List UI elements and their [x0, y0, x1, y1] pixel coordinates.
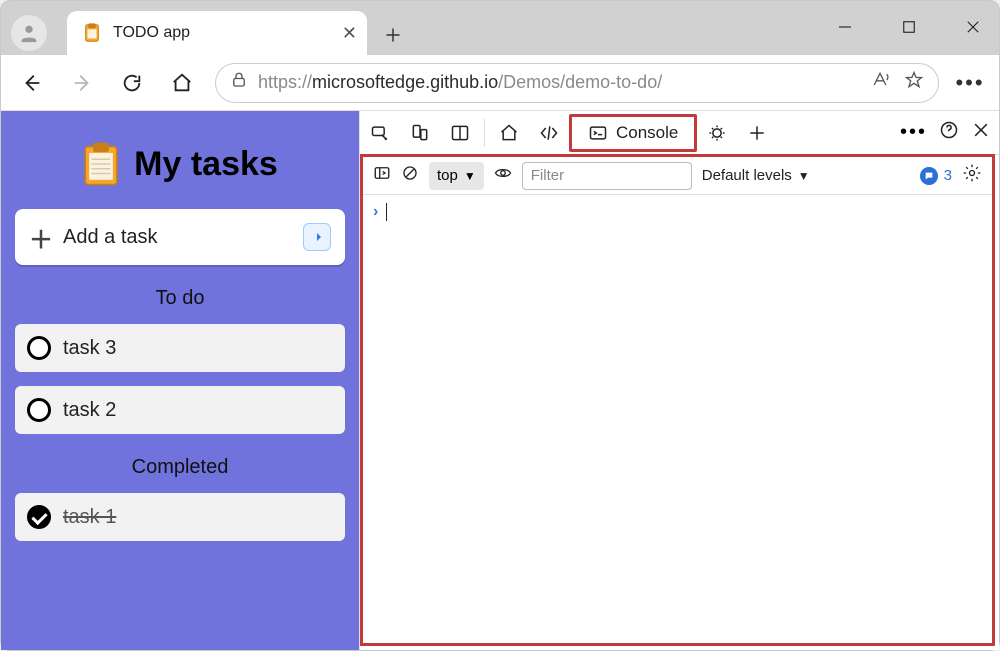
- clipboard-icon: [81, 22, 103, 44]
- window-close-button[interactable]: [953, 7, 993, 47]
- more-options-icon[interactable]: •••: [900, 121, 927, 144]
- todo-section-title: To do: [15, 279, 345, 310]
- new-tab-button[interactable]: [373, 15, 413, 55]
- task-name: task 1: [63, 506, 116, 529]
- clipboard-icon: [82, 141, 120, 187]
- todo-app: My tasks ＋ Add a task To do task 3 task …: [1, 111, 359, 650]
- toggle-sidebar-icon[interactable]: [373, 164, 391, 187]
- live-expression-icon[interactable]: [494, 164, 512, 187]
- filter-placeholder: Filter: [531, 167, 564, 184]
- close-devtools-icon[interactable]: [971, 120, 991, 145]
- window-maximize-button[interactable]: [889, 7, 929, 47]
- add-task-input[interactable]: ＋ Add a task: [15, 209, 345, 265]
- context-label: top: [437, 167, 458, 184]
- nav-back-button[interactable]: [15, 66, 49, 100]
- task-checkbox[interactable]: [27, 398, 51, 422]
- console-panel: top ▼ Filter Default levels ▼ 3: [360, 154, 995, 646]
- console-tab-label: Console: [616, 123, 678, 143]
- console-toolbar: top ▼ Filter Default levels ▼ 3: [363, 157, 992, 195]
- add-task-placeholder: Add a task: [63, 226, 158, 249]
- browser-toolbar: https://microsoftedge.github.io/Demos/de…: [1, 55, 999, 111]
- nav-forward-button[interactable]: [65, 66, 99, 100]
- filter-input[interactable]: Filter: [522, 162, 692, 190]
- favorite-icon[interactable]: [904, 70, 924, 95]
- issues-count: 3: [944, 167, 952, 184]
- completed-section-title: Completed: [15, 448, 345, 479]
- window-minimize-button[interactable]: [825, 7, 865, 47]
- task-item[interactable]: task 2: [15, 386, 345, 434]
- task-name: task 3: [63, 337, 116, 360]
- inspect-element-icon[interactable]: [360, 111, 400, 155]
- address-bar[interactable]: https://microsoftedge.github.io/Demos/de…: [215, 63, 939, 103]
- app-title: My tasks: [134, 145, 278, 184]
- more-tools-icon[interactable]: [737, 111, 777, 155]
- issues-tab-icon[interactable]: [697, 111, 737, 155]
- task-checkbox[interactable]: [27, 336, 51, 360]
- chevron-right-icon: ›: [373, 203, 378, 221]
- browser-menu-button[interactable]: •••: [955, 70, 985, 96]
- nav-home-button[interactable]: [165, 66, 199, 100]
- text-cursor: [386, 203, 387, 221]
- submit-task-button[interactable]: [303, 223, 331, 251]
- console-tab[interactable]: Console: [569, 114, 697, 152]
- devtools-panel: Console ••• top ▼: [359, 111, 999, 650]
- tab-title: TODO app: [113, 24, 190, 42]
- task-item[interactable]: task 3: [15, 324, 345, 372]
- window-titlebar: TODO app ✕: [1, 1, 999, 55]
- info-icon: [920, 167, 938, 185]
- nav-refresh-button[interactable]: [115, 66, 149, 100]
- close-tab-icon[interactable]: ✕: [342, 23, 357, 44]
- devtools-tabbar: Console •••: [360, 111, 999, 155]
- console-output[interactable]: ›: [363, 195, 992, 643]
- plus-icon: ＋: [29, 220, 53, 255]
- clear-console-icon[interactable]: [401, 164, 419, 187]
- log-levels-selector[interactable]: Default levels ▼: [702, 167, 810, 184]
- elements-tab-icon[interactable]: [529, 111, 569, 155]
- read-aloud-icon[interactable]: [870, 70, 890, 95]
- browser-tab[interactable]: TODO app ✕: [67, 11, 367, 55]
- task-item-completed[interactable]: task 1: [15, 493, 345, 541]
- profile-avatar[interactable]: [11, 15, 47, 51]
- task-checkbox-checked[interactable]: [27, 505, 51, 529]
- console-icon: [588, 123, 608, 143]
- lock-icon: [230, 71, 248, 94]
- execution-context-selector[interactable]: top ▼: [429, 162, 484, 190]
- dock-side-icon[interactable]: [440, 111, 480, 155]
- issues-counter[interactable]: 3: [920, 167, 952, 185]
- welcome-tab-icon[interactable]: [489, 111, 529, 155]
- console-settings-icon[interactable]: [962, 163, 982, 188]
- console-prompt[interactable]: ›: [373, 203, 982, 221]
- chevron-down-icon: ▼: [464, 169, 476, 183]
- device-toggle-icon[interactable]: [400, 111, 440, 155]
- task-name: task 2: [63, 399, 116, 422]
- url-text: https://microsoftedge.github.io/Demos/de…: [258, 72, 662, 93]
- chevron-down-icon: ▼: [798, 169, 810, 183]
- help-icon[interactable]: [939, 120, 959, 145]
